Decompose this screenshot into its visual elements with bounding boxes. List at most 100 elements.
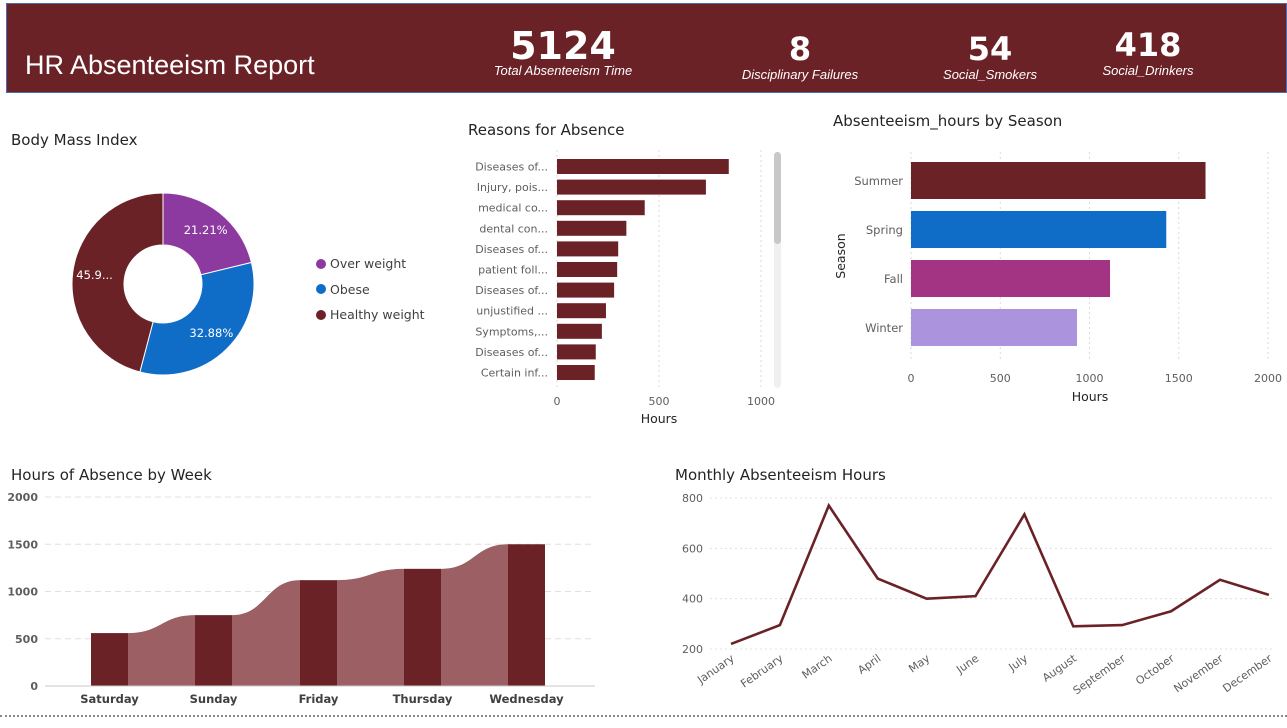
bmi-donut-chart[interactable]: 21.21% 32.88% 45.9... <box>63 184 263 384</box>
category-label: dental con... <box>479 222 548 235</box>
category-label: Spring <box>866 223 903 237</box>
x-tick-label: 1000 <box>747 395 775 408</box>
y-tick-label: 0 <box>30 680 38 693</box>
y-tick-label: 400 <box>682 593 703 606</box>
category-label: Thursday <box>393 692 453 706</box>
category-label: Saturday <box>80 692 139 706</box>
bar <box>557 262 618 277</box>
bar <box>195 615 232 686</box>
kpi-social-smokers-value: 54 <box>967 30 1013 68</box>
bar <box>557 241 619 257</box>
season-bar-chart[interactable]: 0 500 1000 1500 2000 Summer Spring Fall Winter Ho… <box>830 138 1285 408</box>
legend-label-over-weight: Over weight <box>330 256 407 272</box>
x-tick-label: 1500 <box>1165 372 1193 385</box>
ribbon-band <box>232 580 300 686</box>
y-tick-label: 500 <box>15 633 38 646</box>
kpi-social-drinkers[interactable]: 418 Social_Drinkers <box>1093 4 1203 78</box>
monthly-line-chart[interactable]: 200 400 600 800 January February March April May… <box>672 485 1284 710</box>
bar <box>911 260 1111 297</box>
bottom-divider <box>0 715 1287 717</box>
bar <box>404 568 441 686</box>
bar <box>557 159 729 174</box>
x-tick-label: 500 <box>649 395 670 408</box>
category-label: Diseases of... <box>475 243 548 256</box>
bmi-title: Body Mass Index <box>11 131 138 149</box>
week-title: Hours of Absence by Week <box>11 466 212 484</box>
category-label: Friday <box>299 692 339 706</box>
y-tick-label: 2000 <box>7 491 38 504</box>
ribbon-band <box>128 615 195 686</box>
legend-dot-over-weight <box>316 258 326 269</box>
category-label: Injury, pois... <box>477 181 548 194</box>
category-label: Fall <box>884 272 903 286</box>
kpi-disciplinary-failures-label: Disciplinary Failures <box>741 67 859 82</box>
category-label: Diseases of... <box>475 284 548 297</box>
reasons-bar-chart[interactable]: 0 500 1000 Diseases of... Injury, pois... med… <box>440 145 785 435</box>
category-label: unjustified ... <box>476 305 548 318</box>
y-tick-label: 600 <box>682 542 703 555</box>
series-line <box>730 502 1270 646</box>
x-tick-label: August <box>1040 651 1080 684</box>
x-tick-label: 0 <box>908 372 915 385</box>
x-tick-label: 1000 <box>1076 372 1104 385</box>
bar <box>557 303 606 319</box>
y-axis-title: Season <box>833 233 848 278</box>
week-ribbon-chart[interactable]: 0 500 1000 1500 2000 Saturday Sunday Friday Thur… <box>0 485 600 710</box>
bar <box>557 220 627 236</box>
donut-slice-label: 32.88% <box>189 326 233 340</box>
report-title: HR Absenteeism Report <box>25 50 315 80</box>
donut-slice-label: 21.21% <box>184 223 228 237</box>
x-tick-label: February <box>738 652 786 691</box>
x-tick-label: September <box>1071 652 1129 698</box>
season-title: Absenteeism_hours by Season <box>833 112 1063 130</box>
legend-item-healthy-weight[interactable]: Healthy weight <box>316 302 425 328</box>
donut-slice <box>139 261 255 376</box>
kpi-total-absenteeism[interactable]: 5124 Total Absenteeism Time <box>491 4 635 78</box>
y-tick-label: 1500 <box>7 538 38 551</box>
legend-dot-obese <box>316 284 326 295</box>
kpi-social-drinkers-value: 418 <box>1114 26 1182 64</box>
category-label: Sunday <box>190 692 238 706</box>
kpi-disciplinary-failures-value: 8 <box>788 30 812 68</box>
legend-dot-healthy-weight <box>316 309 326 320</box>
x-axis-title: Hours <box>1072 389 1109 404</box>
bar <box>911 309 1078 346</box>
kpi-social-smokers-label: Social_Smokers <box>943 67 1037 82</box>
bar <box>557 323 602 339</box>
bar <box>557 282 615 298</box>
bar <box>911 162 1206 199</box>
legend-item-obese[interactable]: Obese <box>316 277 425 303</box>
bar <box>557 365 595 380</box>
bar <box>557 179 706 195</box>
x-tick-label: March <box>800 652 835 682</box>
legend-item-over-weight[interactable]: Over weight <box>316 251 425 277</box>
category-label: Symptoms,... <box>475 325 548 338</box>
legend-label-healthy-weight: Healthy weight <box>330 307 425 323</box>
ribbon-band <box>337 568 404 686</box>
category-label: Diseases of... <box>475 346 548 359</box>
bar <box>508 544 545 686</box>
category-label: Diseases of... <box>475 161 548 174</box>
kpi-disciplinary-failures[interactable]: 8 Disciplinary Failures <box>735 4 865 82</box>
category-label: patient foll... <box>478 264 548 277</box>
reasons-title: Reasons for Absence <box>468 121 625 139</box>
bar <box>557 344 596 360</box>
bar <box>911 211 1167 248</box>
y-tick-label: 800 <box>682 492 703 505</box>
x-tick-label: May <box>906 652 932 676</box>
x-tick-label: July <box>1006 652 1031 675</box>
scrollbar-thumb <box>774 152 781 244</box>
x-tick-label: December <box>1220 652 1275 696</box>
y-tick-label: 1000 <box>7 586 38 599</box>
x-tick-label: 0 <box>554 395 561 408</box>
kpi-social-smokers[interactable]: 54 Social_Smokers <box>935 4 1045 82</box>
x-tick-label: January <box>694 652 737 687</box>
donut-slice-label: 45.9... <box>76 268 113 282</box>
x-tick-label: October <box>1133 652 1177 688</box>
bar <box>91 633 128 686</box>
kpi-social-drinkers-label: Social_Drinkers <box>1102 63 1194 78</box>
monthly-title: Monthly Absenteeism Hours <box>675 466 886 484</box>
x-tick-label: June <box>953 652 981 677</box>
bar <box>300 580 337 686</box>
category-label: Winter <box>865 321 903 335</box>
